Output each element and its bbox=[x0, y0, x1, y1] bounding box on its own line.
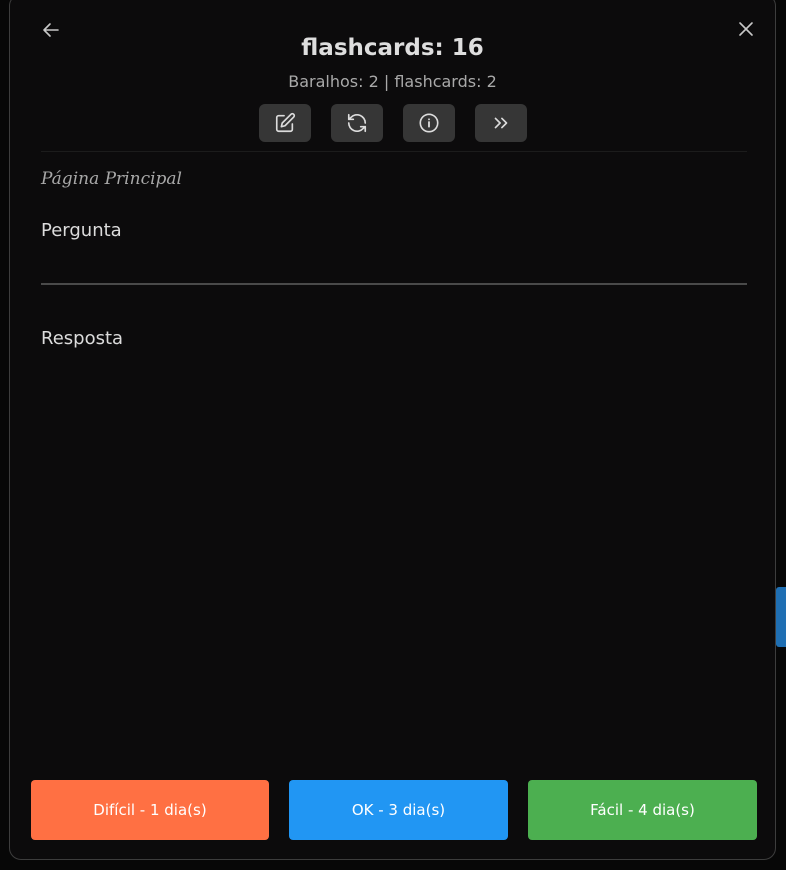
refresh-icon bbox=[347, 113, 367, 133]
card-info-button[interactable] bbox=[403, 104, 455, 142]
card-question: Pergunta bbox=[41, 220, 122, 241]
edit-card-button[interactable] bbox=[259, 104, 311, 142]
info-icon bbox=[419, 113, 439, 133]
skip-forward-icon bbox=[494, 117, 508, 129]
breadcrumb: Página Principal bbox=[41, 169, 182, 189]
card-toolbar bbox=[259, 104, 527, 142]
deck-title: flashcards: 16 bbox=[301, 35, 484, 61]
rate-ok-button[interactable]: OK - 3 dia(s) bbox=[289, 780, 508, 840]
toolbar-divider bbox=[41, 151, 747, 152]
skip-card-button[interactable] bbox=[475, 104, 527, 142]
rate-easy-button[interactable]: Fácil - 4 dia(s) bbox=[528, 780, 757, 840]
card-answer: Resposta bbox=[41, 328, 124, 349]
question-answer-divider bbox=[41, 283, 747, 285]
rate-hard-button[interactable]: Difícil - 1 dia(s) bbox=[31, 780, 269, 840]
deck-stats: Baralhos: 2 | flashcards: 2 bbox=[288, 72, 497, 91]
edit-icon bbox=[275, 112, 296, 133]
side-panel-tab[interactable] bbox=[776, 587, 786, 647]
reset-card-button[interactable] bbox=[331, 104, 383, 142]
flashcard-modal: flashcards: 16 Baralhos: 2 | flashcards:… bbox=[9, 0, 776, 860]
